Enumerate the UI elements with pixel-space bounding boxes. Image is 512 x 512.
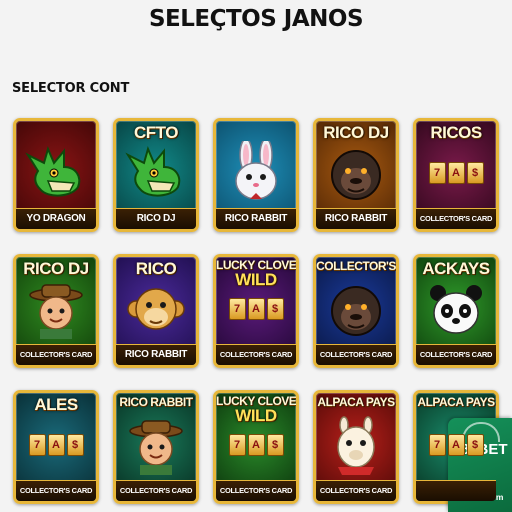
game-card-label: COLLECTOR'S CARD (316, 480, 396, 501)
game-card[interactable]: ACKAYS COLLECTOR'S CARD (413, 254, 499, 368)
game-card-label: RICO DJ (116, 208, 196, 229)
game-card-label: RICO RABBIT (116, 344, 196, 365)
game-card-label: COLLECTOR'S CARD (416, 344, 496, 365)
game-card-title: ACKAYS (422, 259, 490, 278)
game-card-label: COLLECTOR'S CARD (316, 344, 396, 365)
explorer-icon (20, 273, 92, 345)
game-card[interactable]: COLLECTOR'S COLLECTOR'S CARD (313, 254, 399, 368)
game-card-label: RICO RABBIT (316, 208, 396, 229)
game-card-title: ALES (34, 395, 78, 414)
game-card-title-big: WILD (235, 406, 277, 425)
game-card-label: COLLECTOR'S CARD (216, 344, 296, 365)
game-card[interactable]: CFTO RICO DJ (113, 118, 199, 232)
game-card[interactable]: RICO RICO RABBIT (113, 254, 199, 368)
game-card-label: COLLECTOR'S CARD (116, 480, 196, 501)
alpaca-icon (320, 409, 392, 481)
game-card[interactable]: ALES 7 A $ COLLECTOR'S CARD (13, 390, 99, 504)
game-card-label: COLLECTOR'S CARD (216, 480, 296, 501)
game-card[interactable]: RICO DJ COLLECTOR'S CARD (13, 254, 99, 368)
game-card[interactable]: RICOS 7 A $ COLLECTOR'S CARD (413, 118, 499, 232)
slot-reels-icon: 7 A $ (20, 409, 92, 481)
game-card-title-big: WILD (235, 270, 277, 289)
game-card[interactable]: ALPACA PAYS COLLECTOR'S CARD (313, 390, 399, 504)
game-card[interactable]: ALPACA PAYS 7 A $ (413, 390, 499, 504)
game-card-title: RICO RABBIT (119, 395, 193, 409)
game-card[interactable]: LUCKY CLOVER WILD 7 A $ COLLECTOR'S CARD (213, 390, 299, 504)
game-card-label: RICO RABBIT (216, 208, 296, 229)
game-card[interactable]: RICO DJ RICO RABBIT (313, 118, 399, 232)
panda-icon (420, 273, 492, 345)
game-card-title: LUCKY CLOVER WILD (216, 259, 296, 288)
game-card[interactable]: RICO RABBIT (213, 118, 299, 232)
game-card-label (416, 480, 496, 501)
game-card-title: COLLECTOR'S (316, 259, 396, 273)
monkey-icon (120, 273, 192, 345)
gorilla-icon (320, 273, 392, 345)
game-card-title: ALPACA PAYS (317, 395, 395, 409)
green-dragon-icon (20, 137, 92, 209)
game-card-title: RICO (135, 259, 177, 278)
game-card-title: RICO DJ (23, 259, 89, 278)
game-card[interactable]: RICO RABBIT COLLECTOR'S CARD (113, 390, 199, 504)
game-card-label: YO DRAGON (16, 208, 96, 229)
game-card-title: RICO DJ (323, 123, 389, 142)
explorer-icon (120, 409, 192, 481)
green-dragon-icon (120, 137, 192, 209)
game-card-label: COLLECTOR'S CARD (416, 208, 496, 229)
gorilla-icon (320, 137, 392, 209)
game-card-title: RICOS (430, 123, 482, 142)
game-card[interactable]: LUCKY CLOVER WILD 7 A $ COLLECTOR'S CARD (213, 254, 299, 368)
slot-reels-icon: 7 A $ (420, 409, 492, 481)
game-card-title: CFTO (134, 123, 178, 142)
game-card-grid: YO DRAGON CFTO RICO DJ RICO RABBIT RICO DJ RI… (0, 0, 512, 512)
game-card-title: ALPACA PAYS (417, 395, 495, 409)
game-card-title: LUCKY CLOVER WILD (216, 395, 296, 424)
rabbit-icon (220, 137, 292, 209)
game-card[interactable]: YO DRAGON (13, 118, 99, 232)
game-card-label: COLLECTOR'S CARD (16, 344, 96, 365)
game-card-label: COLLECTOR'S CARD (16, 480, 96, 501)
slot-reels-icon: 7 A $ (420, 137, 492, 209)
